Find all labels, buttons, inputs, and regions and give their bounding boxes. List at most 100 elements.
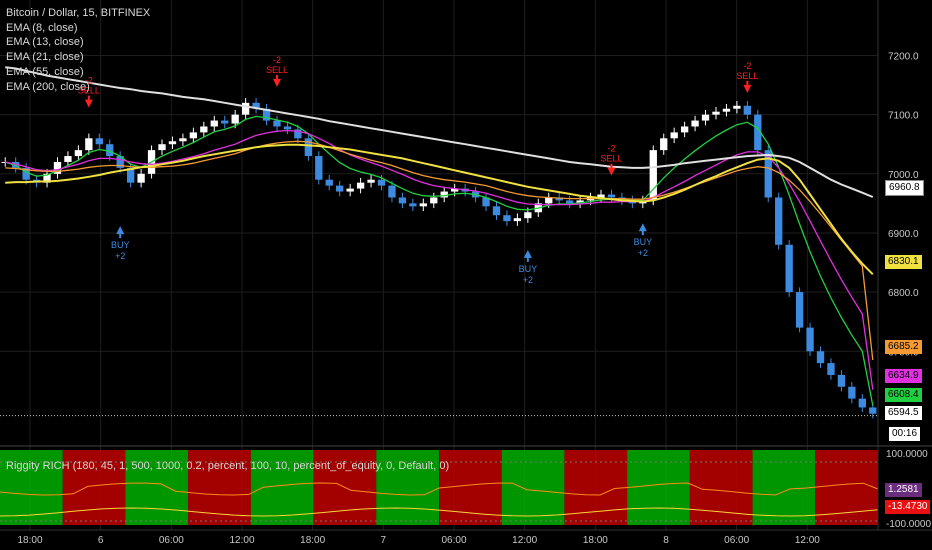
study-tick-1: -100.0000 [886, 519, 931, 530]
price-tag-ema21: 6685.2 [885, 340, 922, 354]
candle-body-39 [409, 203, 417, 207]
candle-body-21 [221, 120, 229, 124]
sell-label-2: SELL [266, 65, 288, 75]
time-tick-6: 06:00 [441, 535, 466, 546]
time-tick-8: 18:00 [583, 535, 608, 546]
candle-body-31 [325, 179, 333, 186]
candle-body-18 [189, 132, 198, 139]
study-tick-0: 100.0000 [886, 449, 928, 460]
time-tick-5: 7 [381, 535, 387, 546]
candle-body-65 [680, 126, 689, 133]
candle-body-20 [210, 120, 218, 127]
candle-body-64 [670, 132, 678, 139]
study-label: Riggity RICH (180, 45, 1, 500, 1000, 0.2… [6, 460, 450, 472]
ema-8-line [4, 115, 874, 406]
candle-body-23 [241, 102, 250, 115]
candle-body-74 [775, 197, 783, 245]
candle-body-6 [64, 156, 72, 162]
price-tag-ema200: 6960.8 [885, 180, 924, 196]
candle-body-17 [179, 138, 187, 142]
candle-body-10 [106, 144, 114, 157]
candle-body-16 [168, 141, 177, 145]
price-tag-ema55: 6830.1 [885, 255, 922, 269]
chart-legend: Bitcoin / Dollar, 15, BITFINEX EMA (8, c… [6, 6, 150, 94]
price-tag-ema13: 6634.9 [885, 369, 922, 383]
candle-body-69 [722, 108, 731, 112]
candle-body-67 [701, 114, 710, 121]
candle-body-41 [430, 197, 438, 204]
time-tick-10: 06:00 [724, 535, 749, 546]
candle-body-77 [806, 327, 814, 352]
study-zone-8 [501, 450, 565, 525]
ema-55-line [5, 143, 874, 276]
candle-body-47 [492, 206, 501, 216]
candle-body-83 [869, 407, 877, 414]
candle-body-33 [346, 188, 354, 192]
candle-body-36 [377, 179, 386, 186]
time-tick-7: 12:00 [512, 535, 537, 546]
ema-lines [4, 66, 874, 406]
price-tick-4: 6800.0 [888, 288, 919, 299]
price-tag-ema8: 6608.4 [885, 388, 922, 402]
candle-body-78 [816, 351, 825, 364]
candle-body-34 [356, 182, 365, 189]
candle-body-7 [74, 150, 83, 157]
candles [1, 98, 877, 419]
candle-body-40 [419, 203, 427, 207]
candle-body-58 [607, 194, 616, 198]
price-tag-last: 6594.5 [885, 406, 922, 420]
buy-label-3: BUY [519, 264, 538, 274]
candle-body-29 [304, 138, 313, 157]
candle-body-71 [743, 105, 752, 115]
sell-label-6: SELL [736, 71, 758, 81]
candle-body-15 [158, 144, 166, 151]
time-tick-1: 6 [98, 535, 104, 546]
time-tick-2: 06:00 [159, 535, 184, 546]
legend-ema-55: EMA (55, close) [6, 65, 84, 78]
candle-body-75 [785, 244, 793, 293]
study-zone-12 [752, 450, 816, 525]
candle-body-27 [283, 126, 292, 130]
candle-body-70 [733, 105, 741, 109]
candle-body-63 [660, 138, 668, 151]
candle-body-54 [565, 200, 574, 204]
study-zone-10 [627, 450, 690, 525]
price-tick-1: 7100.0 [888, 111, 919, 122]
candle-body-52 [545, 197, 553, 204]
sell-qty-6: -2 [743, 61, 751, 71]
candle-body-76 [795, 292, 804, 328]
buy-qty-1: +2 [115, 251, 125, 261]
candle-body-13 [137, 173, 145, 183]
legend-ema-8: EMA (8, close) [6, 21, 78, 34]
candle-body-80 [837, 374, 846, 387]
candle-body-50 [524, 212, 532, 219]
price-tick-3: 6900.0 [888, 229, 919, 240]
buy-qty-3: +2 [523, 275, 533, 285]
candle-body-19 [200, 126, 208, 133]
candle-body-42 [440, 191, 448, 198]
candle-body-66 [691, 120, 699, 127]
buy-label-1: BUY [111, 240, 130, 250]
study-tag-value2: -13.4730 [885, 500, 931, 514]
candle-body-79 [827, 363, 835, 375]
sell-qty-4: -2 [607, 144, 615, 154]
candle-body-30 [315, 156, 323, 180]
candle-body-81 [848, 386, 856, 399]
time-tick-3: 12:00 [229, 535, 254, 546]
legend-ema-13: EMA (13, close) [6, 36, 84, 49]
candle-body-37 [388, 185, 396, 198]
sell-label-4: SELL [600, 154, 622, 164]
candle-body-32 [336, 185, 344, 192]
time-tick-4: 18:00 [300, 535, 325, 546]
candle-body-48 [503, 215, 511, 222]
price-tick-0: 7200.0 [888, 51, 919, 62]
buy-qty-5: +2 [638, 248, 648, 258]
chart-title: Bitcoin / Dollar, 15, BITFINEX [6, 7, 151, 19]
candle-body-82 [858, 398, 866, 408]
study-zone-13 [815, 450, 878, 525]
legend-ema-21: EMA (21, close) [6, 51, 84, 64]
sell-qty-2: -2 [273, 55, 281, 65]
candle-body-35 [367, 179, 375, 183]
candle-body-26 [273, 120, 281, 127]
time-tick-0: 18:00 [17, 535, 42, 546]
